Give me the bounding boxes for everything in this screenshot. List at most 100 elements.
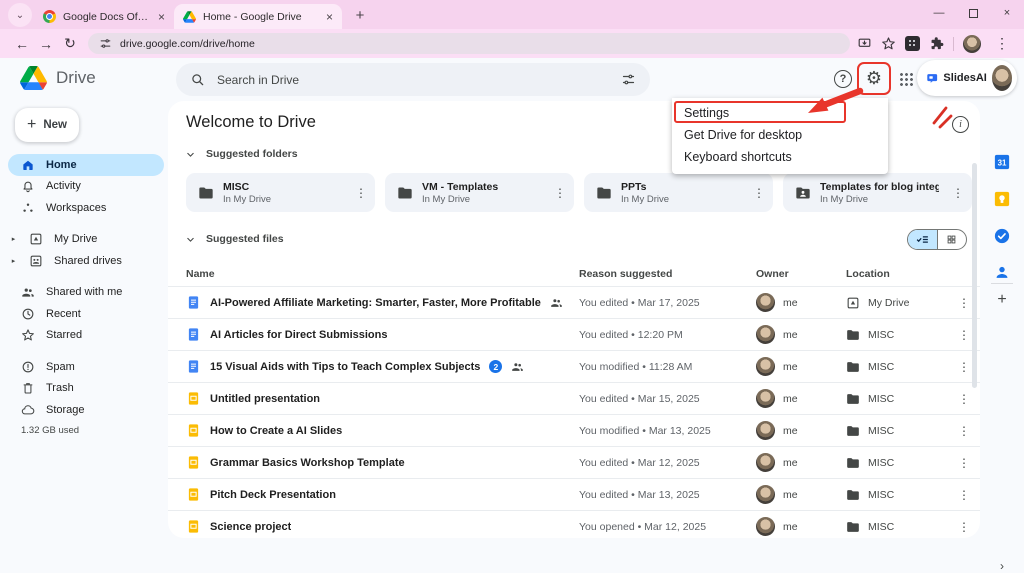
sidebar-item-starred[interactable]: Starred (8, 325, 164, 347)
location-chip[interactable]: MISC (846, 328, 948, 342)
suggested-files-header[interactable]: Suggested files (184, 229, 967, 249)
tab-search-button[interactable]: ⌄ (8, 3, 32, 27)
folder-card-ppts[interactable]: PPTs In My Drive ⋮ (584, 173, 773, 212)
column-header-location[interactable]: Location (846, 268, 948, 280)
sidebar-item-spam[interactable]: Spam (8, 356, 164, 378)
sidebar-item-recent[interactable]: Recent (8, 303, 164, 325)
folder-card-vm-templates[interactable]: VM - Templates In My Drive ⋮ (385, 173, 574, 212)
file-row[interactable]: Grammar Basics Workshop Template You edi… (168, 446, 980, 478)
file-row[interactable]: Science project You opened • Mar 12, 202… (168, 510, 980, 538)
advanced-search-icon[interactable] (621, 72, 636, 87)
close-tab-icon[interactable]: × (156, 10, 167, 24)
back-button[interactable]: ← (10, 32, 34, 56)
column-header-name[interactable]: Name (186, 268, 579, 280)
location-chip[interactable]: MISC (846, 456, 948, 470)
home-icon (21, 158, 35, 172)
file-row[interactable]: AI-Powered Affiliate Marketing: Smarter,… (168, 286, 980, 318)
browser-tab-drive[interactable]: Home - Google Drive × (174, 4, 342, 29)
expand-caret-icon[interactable]: ▸ (9, 257, 18, 265)
owner-name: me (783, 361, 798, 373)
location-chip[interactable]: MISC (846, 360, 948, 374)
site-settings-icon[interactable] (99, 37, 112, 50)
location-chip[interactable]: MISC (846, 392, 948, 406)
file-row[interactable]: Pitch Deck Presentation You edited • Mar… (168, 478, 980, 510)
sidebar-item-shared-with-me[interactable]: Shared with me (8, 282, 164, 304)
folder-card-templates-blog[interactable]: Templates for blog integration In My Dri… (783, 173, 972, 212)
sidebar-item-label: Starred (46, 329, 82, 341)
grid-view-button[interactable] (937, 230, 967, 249)
folder-card-misc[interactable]: MISC In My Drive ⋮ (186, 173, 375, 212)
sidebar-item-trash[interactable]: Trash (8, 378, 164, 400)
maximize-button[interactable] (956, 0, 990, 26)
location-chip[interactable]: MISC (846, 488, 948, 502)
url-text[interactable]: drive.google.com/drive/home (120, 38, 255, 50)
close-window-button[interactable]: × (990, 0, 1024, 26)
location-chip[interactable]: My Drive (846, 296, 948, 310)
more-options-button[interactable]: ⋮ (749, 186, 769, 200)
file-name: Untitled presentation (210, 393, 320, 405)
list-view-button[interactable] (908, 230, 937, 249)
menu-item-get-drive-desktop[interactable]: Get Drive for desktop (672, 124, 888, 146)
file-row[interactable]: How to Create a AI Slides You modified •… (168, 414, 980, 446)
address-bar[interactable]: drive.google.com/drive/home (88, 33, 850, 54)
google-slides-icon (186, 423, 201, 438)
column-header-owner[interactable]: Owner (756, 268, 846, 280)
get-add-ons-button[interactable]: + (997, 291, 1006, 309)
close-tab-icon[interactable]: × (324, 10, 335, 24)
menu-item-keyboard-shortcuts[interactable]: Keyboard shortcuts (672, 146, 888, 168)
more-options-button[interactable]: ⋮ (954, 328, 974, 342)
google-tasks-icon[interactable] (993, 227, 1011, 245)
account-avatar[interactable] (992, 65, 1012, 91)
tab-title: Google Docs Offline - Chrome W (63, 11, 149, 23)
file-row[interactable]: 15 Visual Aids with Tips to Teach Comple… (168, 350, 980, 382)
google-apps-grid-button[interactable] (899, 72, 913, 86)
sidebar-item-my-drive[interactable]: ▸ My Drive (8, 229, 164, 251)
more-options-button[interactable]: ⋮ (351, 186, 371, 200)
new-button[interactable]: + New (15, 108, 79, 142)
google-calendar-icon[interactable] (993, 153, 1011, 171)
minimize-button[interactable]: — (922, 0, 956, 26)
sidebar-item-storage[interactable]: Storage (8, 399, 164, 421)
browser-menu-button[interactable]: ⋮ (990, 32, 1014, 56)
browser-tab-docs-offline[interactable]: Google Docs Offline - Chrome W × (34, 4, 174, 29)
location-chip[interactable]: MISC (846, 520, 948, 534)
sidebar-item-workspaces[interactable]: Workspaces (8, 197, 164, 219)
slidesai-extension-pill[interactable]: SlidesAI (917, 60, 1017, 96)
new-tab-button[interactable]: + (348, 3, 372, 27)
install-app-icon[interactable] (857, 36, 872, 51)
my-drive-icon (846, 296, 860, 310)
browser-profile-avatar[interactable] (963, 35, 981, 53)
extensions-puzzle-icon[interactable] (929, 36, 944, 51)
folder-icon (846, 456, 860, 470)
more-options-button[interactable]: ⋮ (954, 520, 974, 534)
more-options-button[interactable]: ⋮ (954, 424, 974, 438)
forward-button[interactable]: → (34, 32, 58, 56)
google-docs-icon (186, 327, 201, 342)
more-options-button[interactable]: ⋮ (954, 392, 974, 406)
more-options-button[interactable]: ⋮ (948, 186, 968, 200)
more-options-button[interactable]: ⋮ (954, 456, 974, 470)
file-row[interactable]: AI Articles for Direct Submissions You e… (168, 318, 980, 350)
location-chip[interactable]: MISC (846, 424, 948, 438)
sidebar-item-shared-drives[interactable]: ▸ Shared drives (8, 250, 164, 272)
more-options-button[interactable]: ⋮ (954, 360, 974, 374)
more-options-button[interactable]: ⋮ (954, 296, 974, 310)
chevron-down-icon[interactable] (184, 148, 197, 161)
bookmark-star-icon[interactable] (881, 36, 896, 51)
google-contacts-icon[interactable] (993, 263, 1011, 281)
column-header-reason[interactable]: Reason suggested (579, 268, 756, 280)
reload-button[interactable]: ↻ (58, 32, 82, 56)
sidebar-item-activity[interactable]: Activity (8, 176, 164, 198)
search-input[interactable]: Search in Drive (176, 63, 650, 96)
google-keep-icon[interactable] (993, 190, 1011, 208)
expand-caret-icon[interactable]: ▸ (9, 235, 18, 243)
more-options-button[interactable]: ⋮ (954, 488, 974, 502)
file-row[interactable]: Untitled presentation You edited • Mar 1… (168, 382, 980, 414)
scrollbar-thumb[interactable] (972, 163, 977, 388)
sidebar-item-home[interactable]: Home (8, 154, 164, 176)
more-options-button[interactable]: ⋮ (550, 186, 570, 200)
drive-logo[interactable]: Drive (20, 66, 96, 90)
pinned-extension-icon[interactable] (905, 36, 920, 51)
hide-side-panel-button[interactable]: › (1000, 559, 1004, 573)
chevron-down-icon[interactable] (184, 233, 197, 246)
